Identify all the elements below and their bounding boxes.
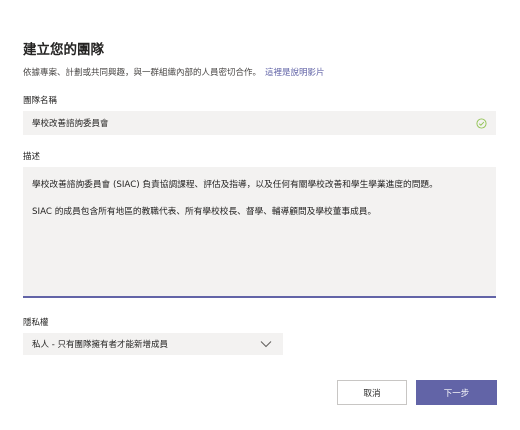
description-textarea[interactable]: 學校改善諮詢委員會 (SIAC) 負責協調課程、評估及指導，以及任何有關學校改善… bbox=[23, 167, 496, 298]
subtitle-text: 依據專案、計劃或共同興趣，與一群組織內部的人員密切合作。 bbox=[23, 68, 262, 78]
description-paragraph-1: 學校改善諮詢委員會 (SIAC) 負責協調課程、評估及指導，以及任何有關學校改善… bbox=[32, 180, 438, 190]
help-video-link[interactable]: 這裡是說明影片 bbox=[265, 68, 325, 78]
create-team-dialog: 建立您的團隊 依據專案、計劃或共同興趣，與一群組織內部的人員密切合作。 這裡是說明… bbox=[0, 0, 520, 430]
team-name-input[interactable]: 學校改善諮詢委員會 bbox=[23, 111, 496, 135]
description-paragraph-2: SIAC 的成員包含所有地區的教職代表、所有學校校長、督學、輔導顧問及學校董事成… bbox=[32, 207, 377, 217]
cancel-button[interactable]: 取消 bbox=[337, 380, 407, 405]
chevron-down-icon bbox=[260, 341, 272, 348]
dialog-title: 建立您的團隊 bbox=[23, 42, 104, 58]
privacy-label: 隱私權 bbox=[23, 318, 49, 328]
privacy-selected-value: 私人 - 只有團隊擁有者才能新增成員 bbox=[32, 340, 168, 350]
team-name-label: 團隊名稱 bbox=[23, 96, 58, 106]
check-circle-icon bbox=[476, 117, 487, 129]
description-label: 描述 bbox=[23, 152, 41, 162]
privacy-dropdown[interactable]: 私人 - 只有團隊擁有者才能新增成員 bbox=[23, 333, 283, 355]
next-button[interactable]: 下一步 bbox=[416, 380, 497, 405]
team-name-value: 學校改善諮詢委員會 bbox=[32, 119, 109, 129]
dialog-subtitle: 依據專案、計劃或共同興趣，與一群組織內部的人員密切合作。 這裡是說明影片 bbox=[23, 66, 325, 78]
